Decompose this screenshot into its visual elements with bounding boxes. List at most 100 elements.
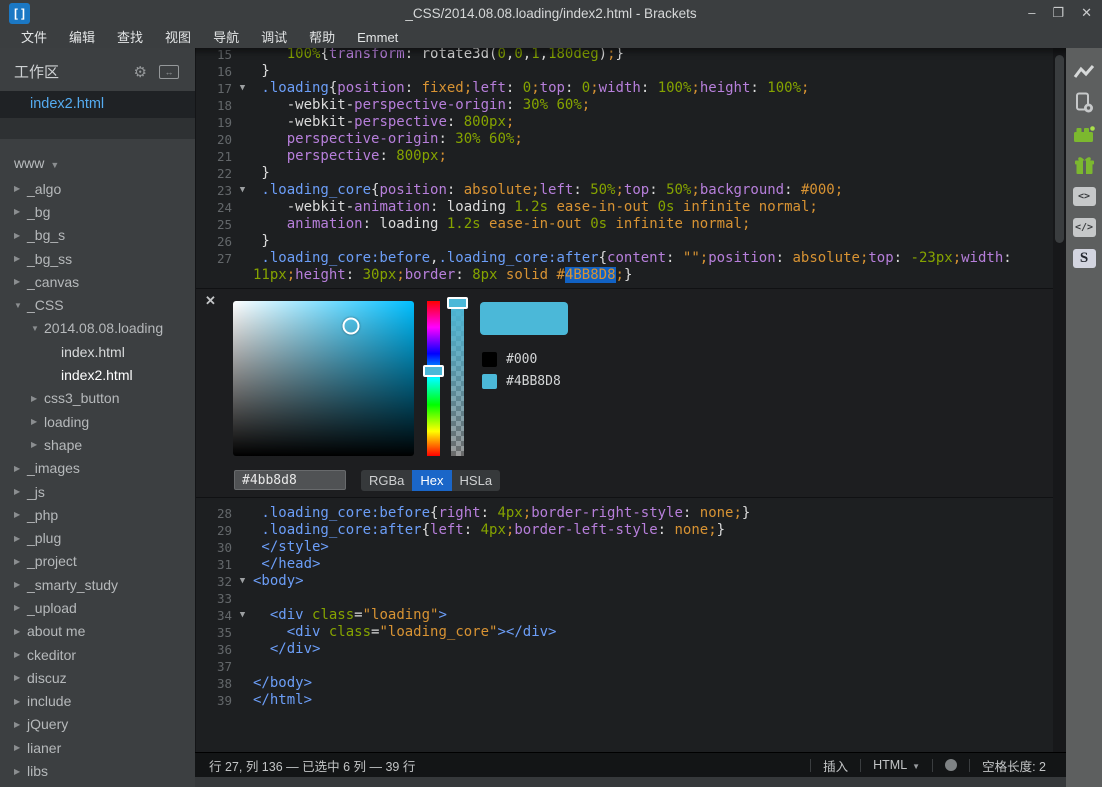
tree-folder-2014.08.08.loading[interactable]: ▼2014.08.08.loading xyxy=(0,317,195,340)
editor-scrollbar[interactable] xyxy=(1053,48,1066,752)
tree-file-index2.html[interactable]: index2.html xyxy=(0,363,195,386)
code-line-36[interactable]: 36</div> xyxy=(196,641,1053,658)
code-line-18[interactable]: 18-webkit-perspective-origin: 30% 60%; xyxy=(196,97,1053,114)
tree-folder-css3_button[interactable]: ▶css3_button xyxy=(0,387,195,410)
chevron-right-icon[interactable]: ▶ xyxy=(14,184,27,193)
code-line-19[interactable]: 19-webkit-perspective: 800px; xyxy=(196,114,1053,131)
chevron-right-icon[interactable]: ▶ xyxy=(31,440,44,449)
chevron-right-icon[interactable]: ▶ xyxy=(14,743,27,752)
tree-folder-mobile[interactable]: ▶mobile xyxy=(0,783,195,787)
menu-item-查找[interactable]: 查找 xyxy=(106,27,154,48)
chevron-right-icon[interactable]: ▶ xyxy=(14,487,27,496)
insert-mode-toggle[interactable]: 插入 xyxy=(823,756,848,775)
hex-input[interactable] xyxy=(234,470,346,490)
code-tag-icon[interactable]: <> xyxy=(1072,185,1096,207)
project-dropdown[interactable]: www▼ xyxy=(0,139,195,177)
live-preview-icon[interactable] xyxy=(1072,61,1096,83)
tree-folder-_upload[interactable]: ▶_upload xyxy=(0,596,195,619)
chevron-right-icon[interactable]: ▶ xyxy=(14,510,27,519)
tree-folder-_php[interactable]: ▶_php xyxy=(0,503,195,526)
tree-folder-_bg[interactable]: ▶_bg xyxy=(0,200,195,223)
chevron-right-icon[interactable]: ▶ xyxy=(14,627,27,636)
chevron-right-icon[interactable]: ▶ xyxy=(14,557,27,566)
extension-manager-icon[interactable] xyxy=(1072,123,1096,145)
snippets-icon[interactable]: S xyxy=(1072,247,1096,269)
tree-folder-_canvas[interactable]: ▶_canvas xyxy=(0,270,195,293)
code-line-26[interactable]: 26} xyxy=(196,233,1053,250)
code-line-39[interactable]: 39</html> xyxy=(196,692,1053,709)
code-line-wrap[interactable]: 11px;height: 30px;border: 8px solid #4BB… xyxy=(196,267,1053,284)
code-line-37[interactable]: 37 xyxy=(196,658,1053,675)
menu-item-导航[interactable]: 导航 xyxy=(202,27,250,48)
code-line-16[interactable]: 16} xyxy=(196,63,1053,80)
code-line-17[interactable]: 17▼.loading{position: fixed;left: 0;top:… xyxy=(196,80,1053,97)
tree-folder-_js[interactable]: ▶_js xyxy=(0,480,195,503)
opacity-handle[interactable] xyxy=(447,297,468,309)
chevron-right-icon[interactable]: ▶ xyxy=(14,720,27,729)
code-line-29[interactable]: 29.loading_core:after{left: 4px;border-l… xyxy=(196,522,1053,539)
code-line-28[interactable]: 28.loading_core:before{right: 4px;border… xyxy=(196,505,1053,522)
format-button-hsla[interactable]: HSLa xyxy=(452,470,501,491)
code-line-30[interactable]: 30</style> xyxy=(196,539,1053,556)
fold-arrow-icon[interactable]: ▼ xyxy=(232,80,253,97)
menu-item-文件[interactable]: 文件 xyxy=(10,27,58,48)
code-line-32[interactable]: 32▼<body> xyxy=(196,573,1053,590)
extension-gift-icon[interactable] xyxy=(1072,154,1096,176)
code-line-34[interactable]: 34▼<div class="loading"> xyxy=(196,607,1053,624)
tree-folder-include[interactable]: ▶include xyxy=(0,690,195,713)
tree-folder-about me[interactable]: ▶about me xyxy=(0,620,195,643)
menu-item-编辑[interactable]: 编辑 xyxy=(58,27,106,48)
hue-handle[interactable] xyxy=(423,365,444,377)
minimize-button[interactable]: – xyxy=(1028,5,1035,21)
tree-folder-shape[interactable]: ▶shape xyxy=(0,433,195,456)
menu-item-帮助[interactable]: 帮助 xyxy=(298,27,346,48)
tree-folder-jQuery[interactable]: ▶jQuery xyxy=(0,713,195,736)
indent-setting[interactable]: 空格长度: 2 xyxy=(982,756,1046,775)
tree-folder-lianer[interactable]: ▶lianer xyxy=(0,736,195,759)
language-selector[interactable]: HTML▼ xyxy=(873,758,920,772)
chevron-right-icon[interactable]: ▶ xyxy=(14,673,27,682)
close-button[interactable]: ✕ xyxy=(1081,5,1092,21)
tree-folder-_project[interactable]: ▶_project xyxy=(0,550,195,573)
responsive-preview-icon[interactable] xyxy=(1072,92,1096,114)
chevron-right-icon[interactable]: ▶ xyxy=(14,603,27,612)
opacity-slider[interactable] xyxy=(451,301,464,456)
tree-file-index.html[interactable]: index.html xyxy=(0,340,195,363)
menu-item-视图[interactable]: 视图 xyxy=(154,27,202,48)
swatch-#000[interactable]: #000 xyxy=(482,348,561,370)
tree-folder-discuz[interactable]: ▶discuz xyxy=(0,666,195,689)
tree-folder-libs[interactable]: ▶libs xyxy=(0,759,195,782)
tree-folder-_algo[interactable]: ▶_algo xyxy=(0,177,195,200)
saturation-square[interactable] xyxy=(233,301,414,456)
chevron-right-icon[interactable]: ▶ xyxy=(14,697,27,706)
chevron-right-icon[interactable]: ▶ xyxy=(31,417,44,426)
tree-folder-_smarty_study[interactable]: ▶_smarty_study xyxy=(0,573,195,596)
chevron-right-icon[interactable]: ▶ xyxy=(14,254,27,263)
chevron-right-icon[interactable]: ▶ xyxy=(14,277,27,286)
code-line-22[interactable]: 22} xyxy=(196,165,1053,182)
chevron-right-icon[interactable]: ▶ xyxy=(14,207,27,216)
fold-arrow-icon[interactable]: ▼ xyxy=(232,182,253,199)
chevron-right-icon[interactable]: ▶ xyxy=(14,767,27,776)
working-file-index2[interactable]: index2.html xyxy=(0,91,195,118)
code-line-25[interactable]: 25animation: loading 1.2s ease-in-out 0s… xyxy=(196,216,1053,233)
code-line-38[interactable]: 38</body> xyxy=(196,675,1053,692)
tree-folder-_images[interactable]: ▶_images xyxy=(0,457,195,480)
saturation-cursor[interactable] xyxy=(343,318,360,335)
format-button-rgba[interactable]: RGBa xyxy=(361,470,412,491)
swatch-#4BB8D8[interactable]: #4BB8D8 xyxy=(482,370,561,392)
chevron-right-icon[interactable]: ▶ xyxy=(14,650,27,659)
tree-folder-_CSS[interactable]: ▼_CSS xyxy=(0,293,195,316)
code-line-35[interactable]: 35<div class="loading_core"></div> xyxy=(196,624,1053,641)
code-line-27[interactable]: 27.loading_core:before,.loading_core:aft… xyxy=(196,250,1053,267)
code-slash-icon[interactable]: </> xyxy=(1072,216,1096,238)
fold-arrow-icon[interactable]: ▼ xyxy=(232,573,253,590)
chevron-right-icon[interactable]: ▶ xyxy=(14,231,27,240)
chevron-right-icon[interactable]: ▶ xyxy=(14,580,27,589)
code-editor[interactable]: 15100%{transform: rotate3d(0,0,1,180deg)… xyxy=(195,48,1053,787)
tree-folder-loading[interactable]: ▶loading xyxy=(0,410,195,433)
gear-icon[interactable]: ⚙ xyxy=(134,63,147,81)
code-line-15[interactable]: 15100%{transform: rotate3d(0,0,1,180deg)… xyxy=(196,46,1053,63)
code-line-21[interactable]: 21perspective: 800px; xyxy=(196,148,1053,165)
code-line-31[interactable]: 31</head> xyxy=(196,556,1053,573)
